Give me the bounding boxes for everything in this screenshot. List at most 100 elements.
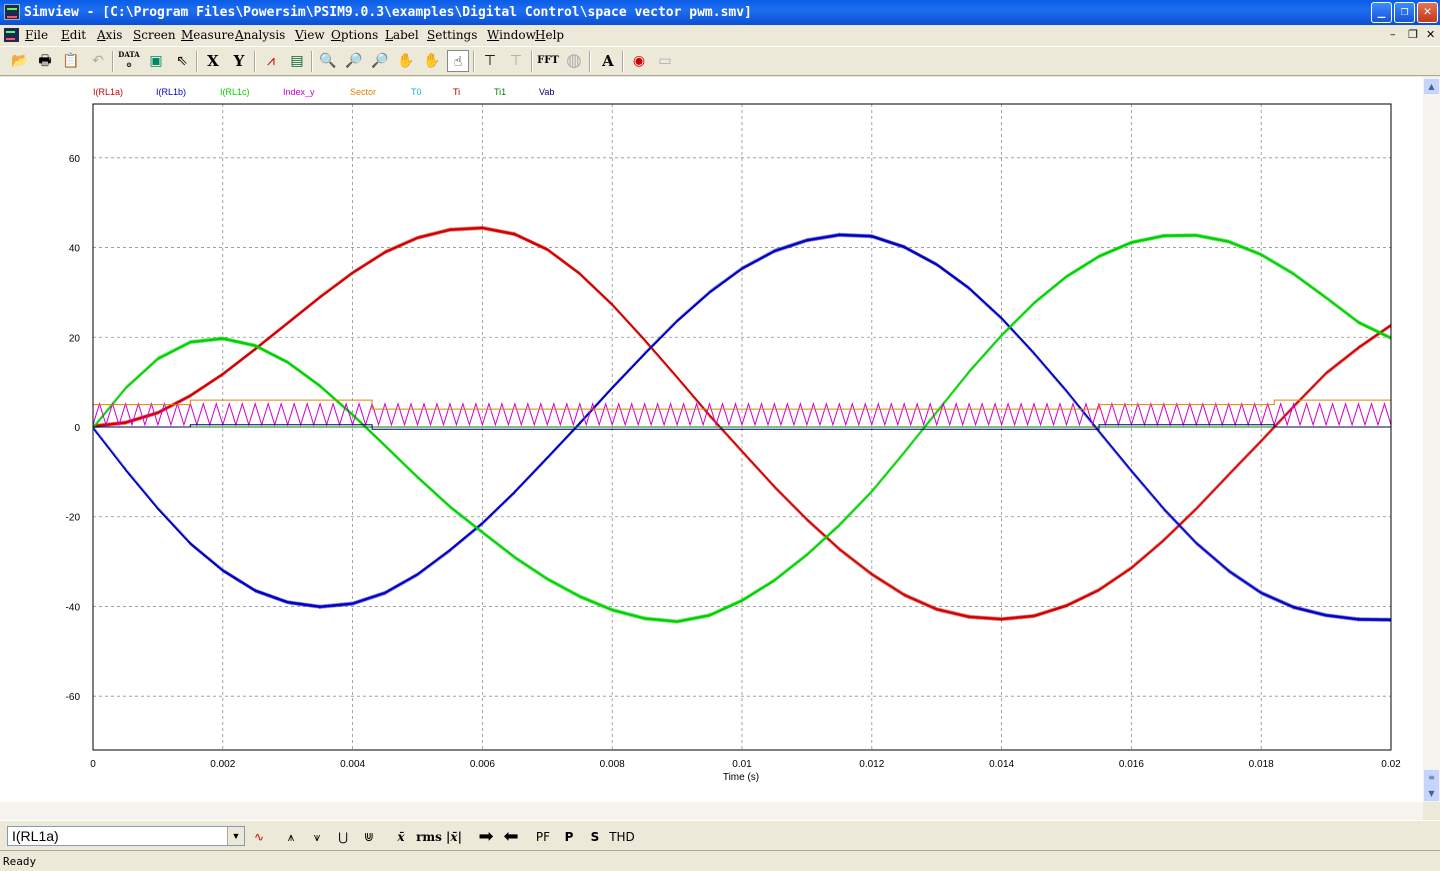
pf-button[interactable]: PF: [533, 827, 553, 847]
s-button[interactable]: S: [585, 827, 605, 847]
scroll-down-icon[interactable]: ▼: [1424, 786, 1439, 801]
waveform-chart[interactable]: 0 0.002 0.004 0.006 0.008 0.01 0.012 0.014 0.016…: [0, 77, 1423, 802]
x-tick-label: 0.012: [859, 759, 884, 770]
data-icon[interactable]: DATA ⊙: [118, 50, 140, 72]
document-icon[interactable]: [4, 28, 19, 42]
pan-hand-icon[interactable]: ✋: [395, 50, 417, 72]
x-tick-label: 0.02: [1381, 759, 1401, 770]
menu-edit[interactable]: Edit: [61, 28, 86, 42]
x-tick-label: 0.018: [1249, 759, 1274, 770]
app-icon[interactable]: [4, 4, 20, 20]
next-max-icon[interactable]: ⋓: [358, 827, 380, 847]
legend: I(RL1a) I(RL1b) I(RL1c) Index_y Sector T0 Ti Ti…: [93, 87, 554, 97]
title-bar: Simview - [C:\Program Files\Powersim\PSI…: [0, 0, 1440, 25]
print-icon[interactable]: 🖶: [34, 50, 56, 72]
zoom-icon[interactable]: 🔍: [317, 50, 339, 72]
close-button[interactable]: ✕: [1417, 2, 1438, 23]
arrow-left-icon[interactable]: ⬅: [500, 827, 522, 847]
x-axis-button[interactable]: X: [202, 50, 224, 72]
zoom-out-icon[interactable]: 🔎: [369, 50, 391, 72]
curve-select-value: I(RL1a): [12, 828, 59, 844]
screen-layout-icon[interactable]: ▤: [286, 50, 308, 72]
child-minimize-button[interactable]: –: [1390, 28, 1396, 41]
measure-cursor-icon[interactable]: ⊤: [479, 50, 501, 72]
y-tick-label: 0: [74, 423, 80, 434]
plot-window[interactable]: 0 0.002 0.004 0.006 0.008 0.01 0.012 0.014 0.016…: [0, 77, 1423, 802]
menu-file[interactable]: File: [25, 28, 48, 42]
menu-settings[interactable]: Settings: [427, 28, 477, 42]
y-tick-label: -20: [66, 513, 81, 524]
x-tick-label: 0.008: [600, 759, 625, 770]
child-restore-button[interactable]: ❐: [1408, 28, 1418, 41]
legend-item: I(RL1a): [93, 87, 123, 97]
legend-item: I(RL1c): [220, 87, 250, 97]
x-tick-label: 0.002: [210, 759, 235, 770]
zoom-in-icon[interactable]: 🔎: [343, 50, 365, 72]
menu-measure[interactable]: Measure: [181, 28, 234, 42]
toolbar: 📂 🖶 📋 ↶ DATA ⊙ ▣ ⇖ X Y ⩘ ▤ 🔍 🔎 🔎 ✋ ✋ ☝ ⊤ …: [0, 46, 1440, 76]
x-tick-label: 0: [90, 759, 96, 770]
max-icon[interactable]: ⩚: [280, 827, 302, 847]
p-button[interactable]: P: [559, 827, 579, 847]
x-tick-label: 0.014: [989, 759, 1014, 770]
rms-button[interactable]: rms: [416, 827, 442, 847]
sine-icon[interactable]: ∿: [249, 827, 269, 847]
add-curve-icon[interactable]: ▣: [145, 50, 167, 72]
average-icon[interactable]: x̄: [391, 827, 411, 847]
x-tick-label: 0.016: [1119, 759, 1144, 770]
scroll-up-icon[interactable]: ▲: [1424, 79, 1439, 94]
status-text: Ready: [3, 855, 37, 868]
properties-icon[interactable]: ⇖: [171, 50, 193, 72]
x-axis-label: Time (s): [723, 772, 759, 783]
analysis-icon[interactable]: ◍: [563, 50, 585, 72]
x-tick-label: 0.006: [470, 759, 495, 770]
menu-screen[interactable]: Screen: [133, 28, 176, 42]
paste-icon[interactable]: 📋: [60, 50, 82, 72]
legend-item: Vab: [539, 87, 554, 97]
y-axis-button[interactable]: Y: [228, 50, 250, 72]
pan-hand-alt-icon[interactable]: ✋: [421, 50, 443, 72]
chart-curve-icon[interactable]: ⩘: [260, 50, 282, 72]
menu-window[interactable]: Window: [487, 28, 536, 42]
window-title: Simview - [C:\Program Files\Powersim\PSI…: [24, 5, 752, 20]
y-tick-label: -40: [66, 602, 81, 613]
status-bar: Ready: [0, 850, 1440, 871]
arrow-right-icon[interactable]: ➡: [475, 827, 497, 847]
horizontal-scrollbar[interactable]: [0, 802, 1423, 820]
next-min-icon[interactable]: ⋃: [332, 827, 354, 847]
minimize-button[interactable]: _: [1371, 2, 1392, 23]
menu-bar: File Edit Axis Screen Measure Analysis V…: [0, 25, 1440, 46]
maximize-button[interactable]: ❐: [1394, 2, 1415, 23]
record-icon[interactable]: ◉: [628, 50, 650, 72]
min-icon[interactable]: ⩛: [306, 827, 328, 847]
curve-select[interactable]: I(RL1a) ▼: [7, 826, 245, 846]
y-tick-label: 20: [69, 333, 81, 344]
abs-average-icon[interactable]: |x̄|: [444, 827, 464, 847]
scroll-thumb[interactable]: ≡: [1424, 770, 1439, 786]
legend-item: Index_y: [283, 87, 315, 97]
measure-bar: I(RL1a) ▼ ∿ ⩚ ⩛ ⋃ ⋓ x̄ rms |x̄| ➡ ⬅ PF P…: [0, 820, 1440, 851]
undo-icon[interactable]: ↶: [87, 50, 109, 72]
legend-item: Ti1: [494, 87, 506, 97]
text-label-button[interactable]: A: [597, 50, 619, 72]
legend-item: Ti: [453, 87, 460, 97]
menu-options[interactable]: Options: [331, 28, 378, 42]
menu-help[interactable]: Help: [535, 28, 564, 42]
chevron-down-icon[interactable]: ▼: [227, 827, 244, 845]
open-folder-icon[interactable]: 📂: [9, 50, 31, 72]
menu-view[interactable]: View: [295, 28, 325, 42]
menu-label[interactable]: Label: [385, 28, 419, 42]
y-tick-label: 60: [69, 154, 81, 165]
legend-item: I(RL1b): [156, 87, 186, 97]
legend-item: Sector: [350, 87, 376, 97]
menu-axis[interactable]: Axis: [97, 28, 122, 42]
menu-analysis[interactable]: Analysis: [235, 28, 285, 42]
vertical-scrollbar[interactable]: ▲ ≡ ▼: [1423, 77, 1440, 802]
thd-button[interactable]: THD: [608, 827, 636, 847]
y-tick-label: -60: [66, 692, 81, 703]
playback-icon[interactable]: ▭: [654, 50, 676, 72]
select-hand-icon[interactable]: ☝: [447, 50, 469, 72]
measure-cursor-alt-icon[interactable]: ⊤: [505, 50, 527, 72]
fft-button[interactable]: FFT: [537, 50, 559, 72]
child-close-button[interactable]: ✕: [1426, 28, 1435, 41]
